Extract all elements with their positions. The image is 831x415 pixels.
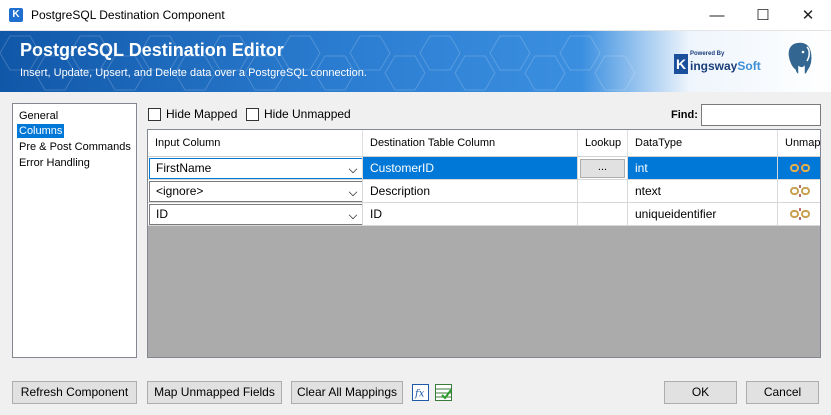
input-column-cell[interactable]: ID — [148, 203, 363, 226]
maximize-button[interactable]: ☐ — [740, 0, 786, 31]
svg-text:fx: fx — [414, 389, 425, 400]
input-column-value: FirstName — [156, 161, 212, 175]
input-column-cell[interactable]: FirstName — [148, 157, 363, 180]
header-input-column[interactable]: Input Column — [148, 130, 363, 157]
unmap-chain-icon[interactable] — [790, 184, 810, 198]
logo-wordmark-soft: Soft — [737, 59, 761, 73]
refresh-component-button[interactable]: Refresh Component — [12, 381, 137, 404]
app-icon: K — [9, 8, 23, 22]
destination-cell[interactable]: CustomerID — [363, 157, 578, 180]
input-column-value: ID — [156, 207, 168, 221]
lookup-button[interactable]: ... — [580, 159, 625, 178]
destination-cell[interactable]: Description — [363, 180, 578, 203]
table-row[interactable]: ID ID uniqueidentifier — [148, 203, 820, 226]
editor-title: PostgreSQL Destination Editor — [20, 40, 284, 60]
title-bar: K PostgreSQL Destination Component — ☐ ✕ — [0, 0, 831, 31]
input-column-cell[interactable]: <ignore> — [148, 180, 363, 203]
input-column-select[interactable]: <ignore> — [149, 181, 362, 202]
input-column-select[interactable]: ID — [149, 204, 362, 225]
find-label: Find: — [671, 109, 698, 121]
unmap-cell — [778, 180, 820, 203]
minimize-button[interactable]: — — [694, 0, 740, 31]
left-nav-panel: General Columns Pre & Post Commands Erro… — [12, 103, 137, 358]
chevron-down-icon — [348, 187, 358, 197]
unmap-chain-icon[interactable] — [790, 207, 810, 221]
logo-k-mark: K — [674, 54, 688, 74]
nav-item-general[interactable]: General — [17, 109, 60, 123]
lookup-cell: ... — [578, 157, 628, 180]
input-column-select[interactable]: FirstName — [149, 158, 362, 179]
clear-all-mappings-button[interactable]: Clear All Mappings — [291, 381, 403, 404]
window-title: PostgreSQL Destination Component — [31, 8, 225, 22]
find-input[interactable] — [701, 104, 821, 126]
hide-unmapped-checkbox[interactable]: Hide Unmapped — [246, 107, 356, 121]
logo-powered-by: Powered By — [690, 51, 725, 57]
header-datatype[interactable]: DataType — [628, 130, 778, 157]
logo-wordmark-main: ingsway — [690, 59, 738, 73]
hide-unmapped-label: Hide Unmapped — [264, 107, 351, 121]
datatype-cell[interactable]: int — [628, 157, 778, 180]
input-column-value: <ignore> — [156, 184, 204, 198]
unmap-cell — [778, 203, 820, 226]
unmap-cell — [778, 157, 820, 180]
grid-check-icon[interactable] — [435, 384, 452, 401]
close-button[interactable]: ✕ — [785, 0, 831, 31]
nav-item-columns[interactable]: Columns — [17, 124, 65, 138]
destination-cell[interactable]: ID — [363, 203, 578, 226]
editor-banner: PostgreSQL Destination Editor Insert, Up… — [0, 31, 831, 92]
unmap-chain-icon[interactable] — [790, 161, 810, 175]
header-lookup[interactable]: Lookup — [578, 130, 628, 157]
ok-button[interactable]: OK — [664, 381, 737, 404]
table-row[interactable]: FirstName CustomerID ... int — [148, 157, 820, 180]
editor-subtitle: Insert, Update, Upsert, and Delete data … — [20, 67, 367, 79]
chevron-down-icon — [348, 164, 358, 174]
nav-item-pre-post-commands[interactable]: Pre & Post Commands — [17, 140, 133, 154]
hide-mapped-checkbox[interactable]: Hide Mapped — [148, 107, 243, 121]
postgresql-elephant-icon — [787, 41, 813, 76]
chevron-down-icon — [348, 210, 358, 220]
lookup-cell — [578, 180, 628, 203]
table-row[interactable]: <ignore> Description ntext — [148, 180, 820, 203]
expression-fx-icon[interactable]: fx — [412, 384, 429, 401]
cancel-button[interactable]: Cancel — [746, 381, 819, 404]
logo-wordmark: ingswaySoft — [690, 59, 761, 73]
map-unmapped-fields-button[interactable]: Map Unmapped Fields — [147, 381, 282, 404]
datatype-cell[interactable]: uniqueidentifier — [628, 203, 778, 226]
hide-unmapped-box[interactable] — [246, 108, 259, 121]
column-mapping-grid: Input Column Destination Table Column Lo… — [147, 129, 821, 358]
kingswaysoft-logo: Powered By K ingswaySoft — [672, 51, 767, 77]
header-unmap[interactable]: Unmap — [778, 130, 820, 157]
grid-header: Input Column Destination Table Column Lo… — [148, 130, 820, 157]
lookup-cell — [578, 203, 628, 226]
datatype-cell[interactable]: ntext — [628, 180, 778, 203]
hide-mapped-box[interactable] — [148, 108, 161, 121]
nav-item-error-handling[interactable]: Error Handling — [17, 156, 92, 170]
header-destination-column[interactable]: Destination Table Column — [363, 130, 578, 157]
hide-mapped-label: Hide Mapped — [166, 107, 238, 121]
